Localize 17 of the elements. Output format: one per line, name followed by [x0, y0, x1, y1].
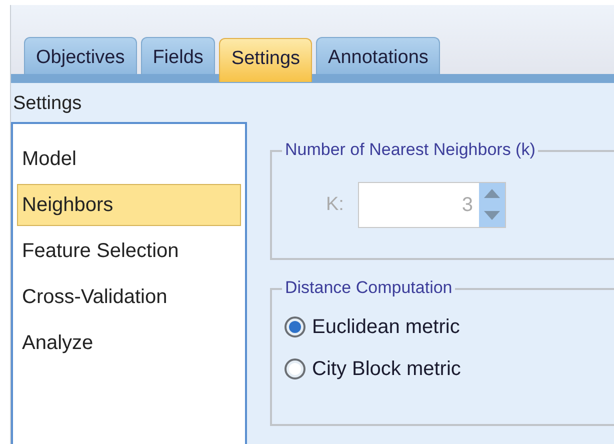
section-title: Settings — [12, 92, 83, 116]
group-title: Number of Nearest Neighbors (k) — [282, 140, 538, 160]
radio-option[interactable]: City Block metric — [284, 354, 614, 384]
sidebar-item[interactable]: Feature Selection — [17, 230, 241, 272]
group-title: Distance Computation — [282, 278, 456, 298]
field-label: K: — [326, 192, 344, 217]
radio-icon[interactable] — [284, 358, 306, 380]
sidebar-item[interactable]: Cross-Validation — [17, 276, 241, 318]
tab[interactable]: Fields — [140, 37, 216, 74]
sidebar-item[interactable]: Analyze — [17, 322, 241, 364]
tab[interactable]: Annotations — [316, 37, 440, 74]
radio-option[interactable]: Euclidean metric — [284, 312, 614, 342]
radio-icon[interactable] — [284, 316, 306, 338]
sidebar-item[interactable]: Model — [17, 138, 241, 180]
sidebar-item[interactable]: Neighbors — [17, 184, 241, 226]
tab[interactable]: Objectives — [24, 37, 137, 74]
tab[interactable]: Settings — [219, 38, 312, 82]
